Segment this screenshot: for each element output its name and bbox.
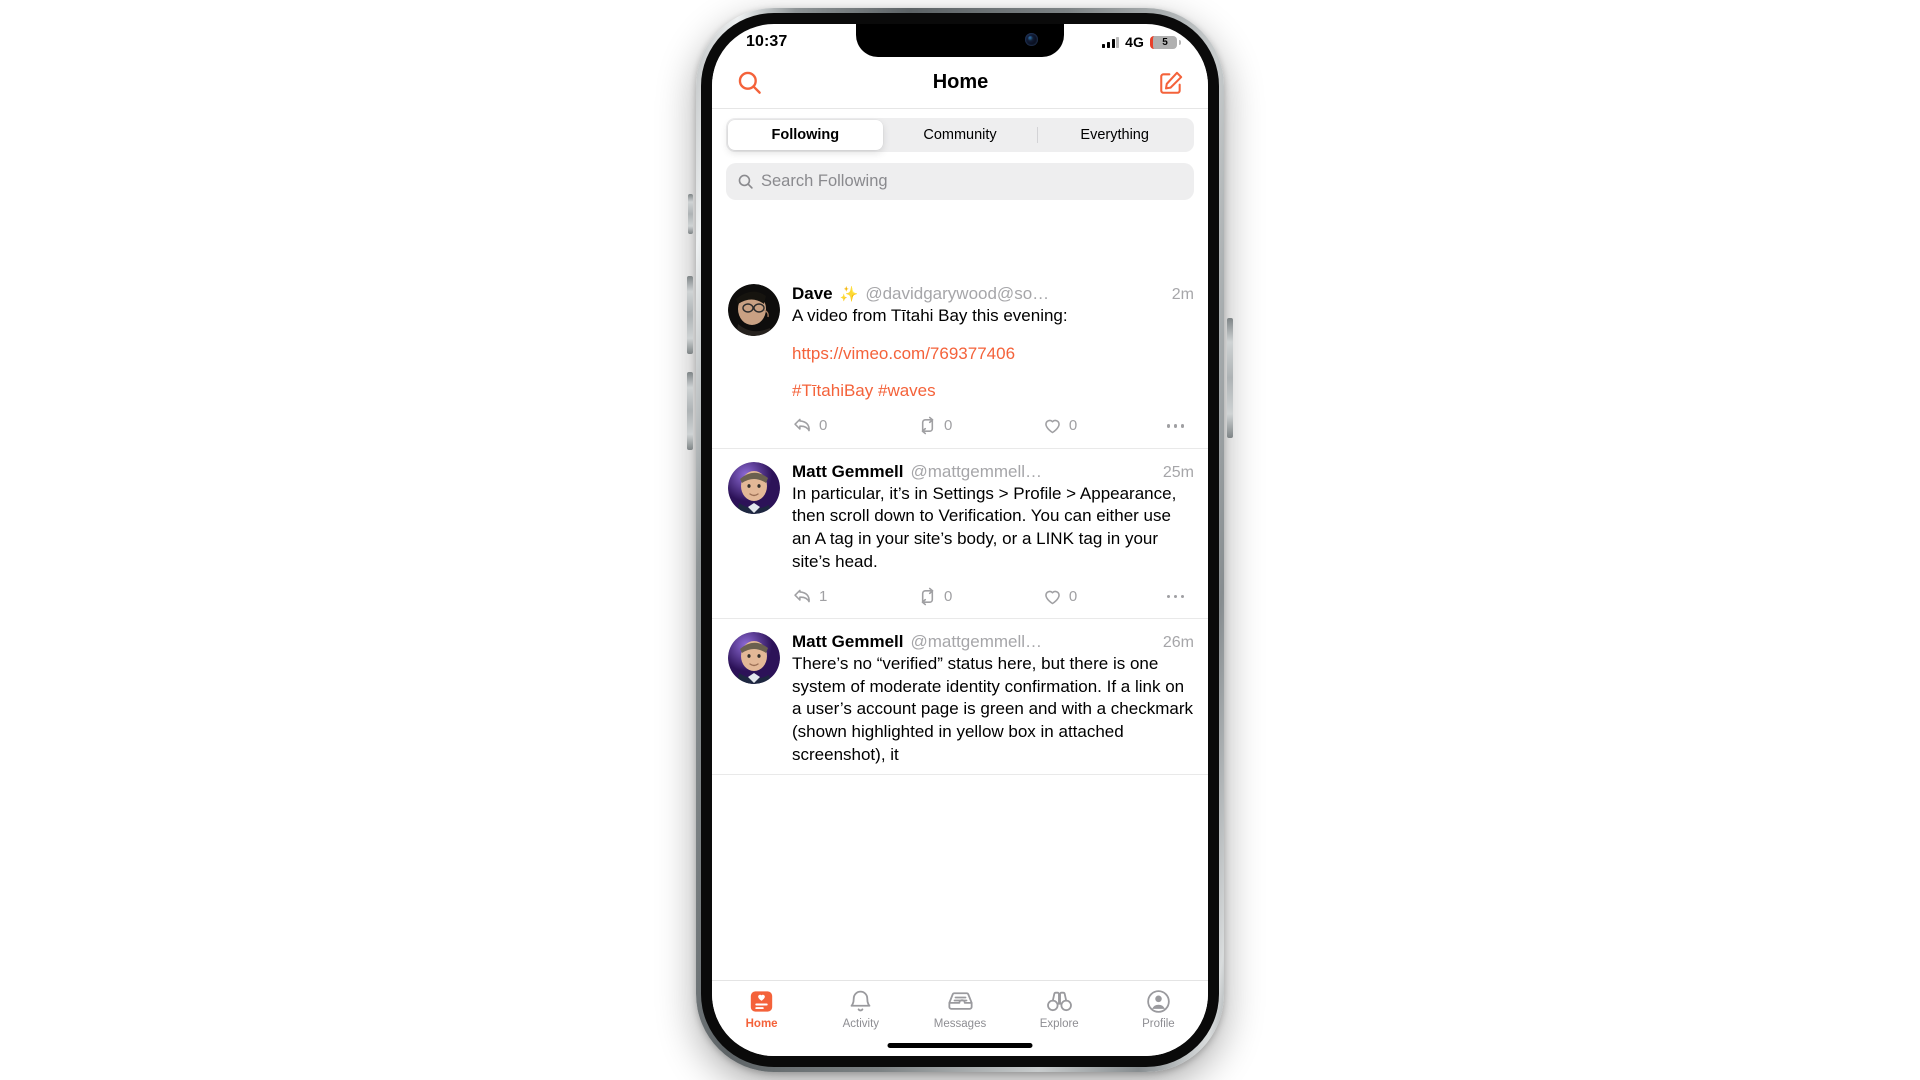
favourite-button[interactable]: 0 [1042, 415, 1167, 436]
power-button[interactable] [1227, 318, 1233, 438]
boost-button[interactable]: 0 [917, 415, 1042, 436]
person-circle-icon [1147, 990, 1170, 1013]
reply-arrow-icon [794, 418, 810, 432]
boost-count: 0 [943, 587, 953, 605]
home-indicator[interactable] [887, 1043, 1033, 1048]
boost-repeat-icon [921, 416, 934, 435]
post-text: A video from Tītahi Bay this evening: [792, 306, 1068, 325]
tab-home-label: Home [745, 1018, 778, 1030]
reply-arrow-icon [794, 589, 810, 603]
iphone-device-frame: 10:37 4G 5 Home Following Community Ever… [687, 8, 1233, 1072]
heart-icon [1045, 590, 1060, 605]
binoculars-icon [1046, 991, 1072, 1012]
boost-button[interactable]: 0 [917, 586, 1042, 607]
network-type-label: 4G [1125, 34, 1144, 50]
avatar[interactable] [728, 632, 780, 685]
tab-explore[interactable]: Explore [1010, 988, 1109, 1030]
post-item[interactable]: Matt Gemmell @mattgemmell… 26m There’s n… [712, 619, 1208, 776]
status-bar-time: 10:37 [746, 33, 788, 50]
matt-gemmell-avatar-image [728, 632, 780, 685]
tab-activity[interactable]: Activity [811, 988, 910, 1030]
favourite-count: 0 [1068, 587, 1078, 605]
post-text: There’s no “verified” status here, but t… [792, 654, 1193, 764]
favourite-button[interactable]: 0 [1042, 586, 1167, 607]
reply-button[interactable]: 0 [792, 415, 917, 436]
post-timestamp: 26m [1162, 634, 1194, 652]
post-author-name[interactable]: Dave [792, 284, 833, 304]
post-author-name[interactable]: Matt Gemmell [792, 632, 903, 652]
post-text: In particular, it’s in Settings > Profil… [792, 483, 1177, 571]
inbox-tray-icon [947, 992, 973, 1010]
volume-up-button[interactable] [687, 276, 693, 354]
post-header: Matt Gemmell @mattgemmell… 26m [792, 632, 1194, 652]
more-options-button[interactable] [1166, 594, 1184, 598]
post-content: Dave ✨ @davidgarywood@so… 2m A video fro… [792, 284, 1194, 440]
post-header: Matt Gemmell @mattgemmell… 25m [792, 462, 1194, 482]
post-content: Matt Gemmell @mattgemmell… 26m There’s n… [792, 632, 1194, 766]
post-content: Matt Gemmell @mattgemmell… 25m In partic… [792, 462, 1194, 610]
home-card-heart-icon [750, 991, 773, 1012]
sparkles-emoji-icon: ✨ [839, 286, 859, 303]
post-author-handle[interactable]: @mattgemmell… [910, 462, 1155, 482]
reply-button[interactable]: 1 [792, 586, 917, 607]
boost-count: 0 [943, 417, 953, 435]
ellipsis-icon [1166, 594, 1184, 598]
status-bar: 10:37 4G 5 [712, 24, 1208, 57]
post-item[interactable]: Matt Gemmell @mattgemmell… 25m In partic… [712, 449, 1208, 620]
reply-count: 1 [819, 587, 828, 605]
volume-down-button[interactable] [687, 372, 693, 450]
ellipsis-icon [1166, 424, 1184, 428]
boost-repeat-icon [921, 587, 934, 606]
post-author-handle[interactable]: @mattgemmell… [910, 632, 1155, 652]
post-link[interactable]: https://vimeo.com/769377406 [792, 343, 1194, 366]
bell-icon [850, 990, 871, 1012]
post-timestamp: 25m [1162, 463, 1194, 481]
cellular-signal-icon [1102, 36, 1120, 48]
dave-avatar-image [728, 284, 780, 336]
matt-gemmell-avatar-image [728, 461, 780, 514]
post-action-bar: 1 0 0 [792, 582, 1194, 610]
tab-messages-label: Messages [933, 1018, 987, 1030]
post-header: Dave ✨ @davidgarywood@so… 2m [792, 284, 1194, 304]
avatar[interactable] [728, 284, 780, 336]
favourite-count: 0 [1068, 417, 1078, 435]
post-author-name[interactable]: Matt Gemmell [792, 462, 903, 482]
post-action-bar: 0 0 0 [792, 412, 1194, 440]
avatar[interactable] [728, 461, 780, 514]
battery-low-icon: 5 [1150, 35, 1181, 49]
screenshot-canvas: 10:37 4G 5 Home Following Community Ever… [0, 0, 1920, 1080]
post-hashtags[interactable]: #TītahiBay #waves [792, 380, 1194, 403]
battery-level-label: 5 [1162, 36, 1168, 48]
status-bar-indicators: 4G 5 [1102, 34, 1181, 50]
tab-activity-label: Activity [842, 1018, 880, 1030]
feed-viewport: Dave ✨ @davidgarywood@so… 2m A video fro… [712, 24, 1208, 980]
tab-profile[interactable]: Profile [1109, 988, 1208, 1030]
tab-profile-label: Profile [1142, 1018, 1175, 1030]
reply-count: 0 [819, 417, 828, 435]
mute-switch-button[interactable] [688, 194, 693, 234]
post-timestamp: 2m [1171, 286, 1194, 303]
timeline-feed[interactable]: Dave ✨ @davidgarywood@so… 2m A video fro… [712, 271, 1208, 776]
tab-explore-label: Explore [1039, 1018, 1079, 1030]
device-screen: 10:37 4G 5 Home Following Community Ever… [712, 24, 1208, 1056]
post-item[interactable]: Dave ✨ @davidgarywood@so… 2m A video fro… [712, 271, 1208, 449]
more-options-button[interactable] [1166, 424, 1184, 428]
tab-home[interactable]: Home [712, 988, 811, 1030]
tab-messages[interactable]: Messages [910, 988, 1009, 1030]
heart-icon [1045, 420, 1060, 434]
device-bezel: 10:37 4G 5 Home Following Community Ever… [701, 13, 1219, 1067]
post-author-handle[interactable]: @davidgarywood@so… [865, 284, 1164, 304]
